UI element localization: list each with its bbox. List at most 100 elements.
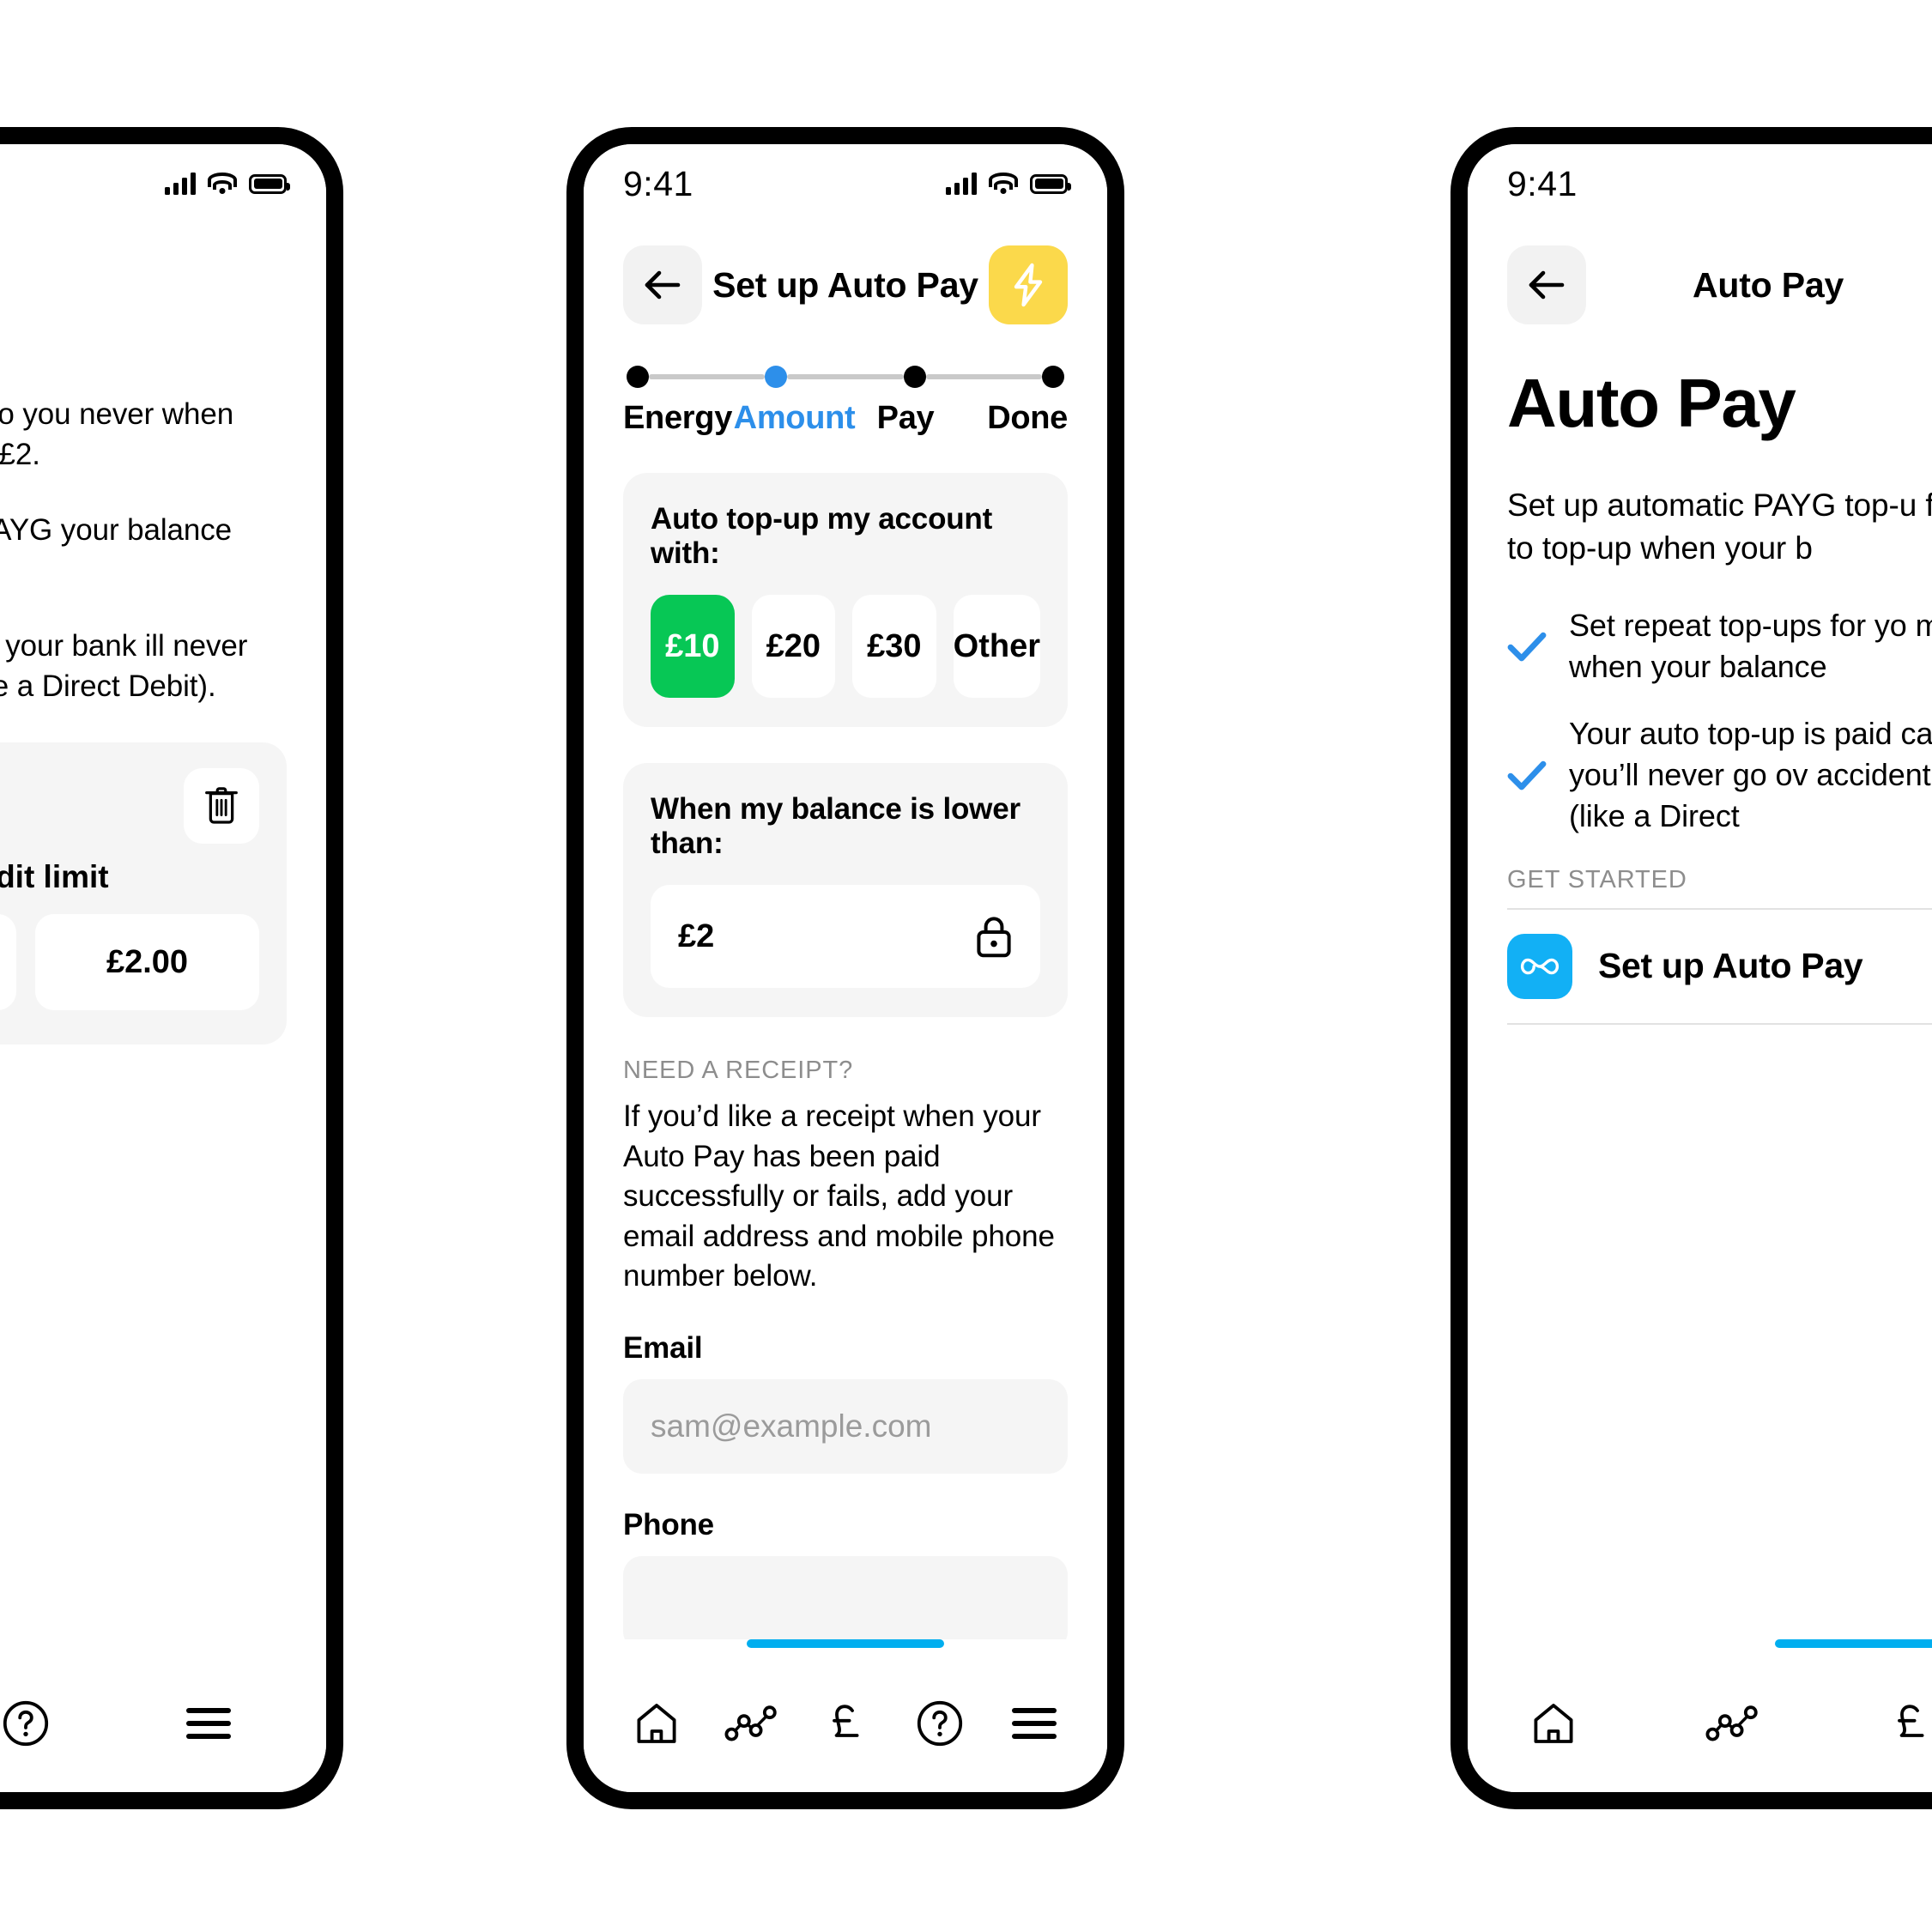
right-heading: Auto Pay	[1507, 365, 1796, 441]
home-icon	[637, 1704, 676, 1743]
center-screen: 9:41 Set up Auto Pay Energy Amount Pay D…	[584, 144, 1107, 1792]
back-arrow-icon	[1529, 270, 1565, 300]
receipt-eyebrow: NEED A RECEIPT?	[623, 1057, 854, 1084]
amount-option-10[interactable]: £10	[651, 595, 735, 698]
left-tab-bar	[0, 1663, 326, 1792]
phone-right: 9:41 Auto Pay Auto Pay Set up automatic …	[1451, 127, 1932, 1809]
amount-option-20[interactable]: £20	[751, 595, 836, 698]
battery-icon	[249, 173, 290, 194]
step-label-energy: Energy	[623, 400, 733, 436]
wifi-icon	[208, 173, 237, 195]
right-screen: 9:41 Auto Pay Auto Pay Set up automatic …	[1468, 144, 1932, 1792]
benefit-list: Set repeat top-ups for yo meter when you…	[1507, 605, 1932, 836]
left-status-icons	[165, 173, 290, 195]
step-label-done: Done	[987, 400, 1068, 436]
credit-limit-card-header	[0, 768, 259, 845]
right-nav-bar: Auto Pay	[1468, 223, 1932, 335]
tab-menu[interactable]	[995, 1684, 1074, 1763]
center-nav-bar: Set up Auto Pay	[584, 223, 1107, 335]
left-paragraph-3: op-up is paid with your bank ill never g…	[0, 629, 248, 703]
center-status-time: 9:41	[623, 163, 693, 203]
back-button[interactable]	[623, 245, 702, 324]
balance-threshold-title: When my balance is lower than:	[651, 792, 1021, 860]
get-started-header: GET STARTED	[1507, 865, 1687, 893]
usage-icon	[724, 1705, 777, 1741]
stepper-segment-1	[649, 374, 766, 379]
phone-center: 9:41 Set up Auto Pay Energy Amount Pay D…	[566, 127, 1124, 1809]
right-content: Auto Pay Set up automatic PAYG top-u for…	[1468, 335, 1932, 1639]
email-label: Email	[623, 1330, 703, 1365]
tab-help[interactable]	[900, 1684, 979, 1763]
menu-icon	[1012, 1708, 1057, 1739]
phone-label: Phone	[623, 1507, 714, 1541]
menu-icon	[186, 1708, 232, 1739]
delete-button[interactable]	[184, 768, 259, 845]
help-icon	[917, 1700, 963, 1747]
balance-threshold-card: When my balance is lower than: £2	[623, 763, 1068, 1017]
left-content: c PAYG top-ups so you never when your ba…	[0, 335, 326, 1639]
signal-icon	[946, 173, 977, 195]
phone-input[interactable]	[623, 1555, 1068, 1640]
lock-icon	[977, 917, 1011, 958]
amount-option-other[interactable]: Other	[953, 595, 1040, 698]
benefit-text-1: Set repeat top-ups for yo meter when you…	[1569, 608, 1932, 685]
left-paragraph-1: c PAYG top-ups so you never when your ba…	[0, 397, 234, 471]
set-up-auto-pay-label: Set up Auto Pay	[1598, 946, 1863, 986]
tab-home[interactable]	[1514, 1684, 1593, 1763]
center-content: Energy Amount Pay Done Auto top-up my ac…	[584, 335, 1107, 1640]
right-status-bar: 9:41	[1468, 144, 1932, 223]
set-up-auto-pay-row[interactable]: Set up Auto Pay	[1507, 907, 1932, 1025]
lightning-bolt-icon	[1014, 263, 1043, 307]
credit-limit-card: Credit limit £2.00	[0, 742, 287, 1045]
amount-option-30[interactable]: £30	[852, 595, 936, 698]
setup-stepper: Energy Amount Pay Done	[623, 366, 1068, 437]
center-tab-bar	[584, 1663, 1107, 1792]
step-dot-pay[interactable]	[903, 366, 926, 388]
pound-icon	[833, 1705, 859, 1737]
stepper-track	[623, 366, 1068, 388]
center-home-indicator	[747, 1639, 944, 1648]
tab-pound[interactable]	[1871, 1684, 1932, 1763]
left-screen: Auto Pay c PAYG top-ups so you never whe…	[0, 144, 326, 1792]
receipt-body: If you’d like a receipt when your Auto P…	[623, 1099, 1055, 1293]
home-icon	[1534, 1704, 1573, 1743]
lightning-action-button[interactable]	[989, 245, 1068, 324]
right-intro: Set up automatic PAYG top-u forget to to…	[1507, 488, 1932, 566]
step-dot-energy[interactable]	[627, 366, 649, 388]
tab-menu[interactable]	[169, 1684, 248, 1763]
signal-icon	[165, 173, 196, 195]
back-arrow-icon	[645, 270, 681, 300]
stepper-labels: Energy Amount Pay Done	[623, 400, 1068, 437]
credit-limit-field-left[interactable]	[0, 914, 16, 1011]
check-icon	[1507, 760, 1547, 790]
back-button[interactable]	[1507, 245, 1586, 324]
infinity-icon	[1520, 958, 1560, 974]
battery-icon	[1030, 173, 1071, 194]
usage-icon	[1705, 1705, 1758, 1741]
left-paragraph-2: op-ups for your PAYG your balance reache…	[0, 513, 233, 548]
auto-topup-amount-title: Auto top-up my account with:	[651, 502, 993, 570]
left-nav-bar: Auto Pay	[0, 223, 326, 335]
right-status-time: 9:41	[1507, 163, 1578, 203]
tab-usage[interactable]	[1693, 1684, 1772, 1763]
tab-usage[interactable]	[712, 1684, 790, 1763]
balance-threshold-value: £2	[678, 918, 715, 954]
step-label-amount: Amount	[733, 400, 856, 436]
tab-pound[interactable]	[806, 1684, 885, 1763]
step-dot-done[interactable]	[1041, 366, 1064, 388]
tab-home[interactable]	[617, 1684, 696, 1763]
balance-threshold-field[interactable]: £2	[651, 885, 1040, 988]
stepper-segment-2	[787, 374, 904, 379]
stepper-segment-3	[925, 374, 1042, 379]
benefit-text-2: Your auto top-up is paid card, so you’ll…	[1569, 715, 1932, 833]
check-icon	[1507, 632, 1547, 662]
step-dot-amount[interactable]	[765, 366, 788, 388]
list-item: Set repeat top-ups for yo meter when you…	[1507, 605, 1932, 687]
left-status-bar	[0, 144, 326, 223]
credit-limit-fields: £2.00	[0, 914, 259, 1011]
email-input[interactable]: sam@example.com	[623, 1378, 1068, 1474]
credit-limit-label: Credit limit	[0, 859, 109, 895]
tab-help[interactable]	[0, 1684, 65, 1763]
credit-limit-value[interactable]: £2.00	[35, 914, 259, 1011]
right-home-indicator	[1775, 1639, 1932, 1648]
